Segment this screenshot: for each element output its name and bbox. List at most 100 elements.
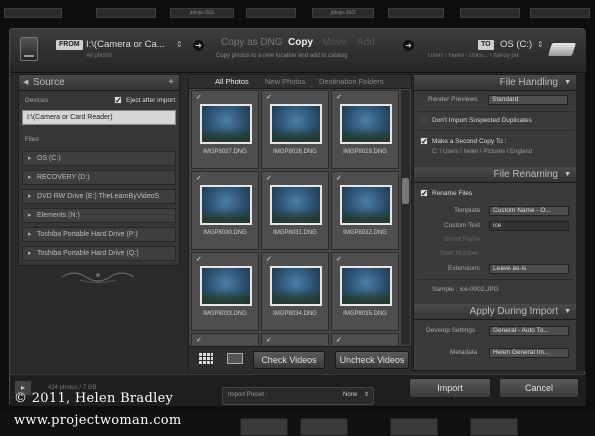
divider — [418, 111, 574, 112]
photo-image — [340, 104, 392, 144]
photo-thumbnail[interactable]: ✓ IMGP8033.DNG — [191, 252, 259, 331]
bg-cell — [4, 8, 62, 18]
thumbnail-checkbox[interactable]: ✓ — [266, 174, 272, 182]
drive-item[interactable]: Toshiba Portable Hard Drive (P:) — [22, 227, 176, 242]
destination-drive[interactable]: OS (C:) — [500, 39, 532, 50]
drive-item[interactable]: RECOVERY (D:) — [22, 170, 176, 185]
thumbnail-checkbox[interactable]: ✓ — [266, 93, 272, 101]
mode-add[interactable]: Add — [357, 37, 375, 48]
check-videos-button[interactable]: Check Videos — [253, 351, 325, 369]
render-previews-select[interactable]: Standard — [488, 95, 568, 105]
preset-dropdown-icon[interactable]: ⇕ — [364, 391, 369, 398]
thumbnail-checkbox[interactable]: ✓ — [336, 336, 342, 344]
drive-item[interactable]: Toshiba Portable Hard Drive (Q:) — [22, 246, 176, 261]
device-item[interactable]: I:\(Camera or Card Reader) — [22, 110, 176, 125]
custom-text-label: Custom Text — [444, 222, 481, 229]
devices-label: Devices — [25, 97, 49, 104]
thumbnail-checkbox[interactable]: ✓ — [266, 255, 272, 263]
thumbnail-grid: ✓ IMGP8027.DNG ✓ IMGP8028.DNG ✓ IMGP8029.DN… — [189, 90, 401, 345]
photo-filename: IMGP8034.DNG — [273, 311, 317, 317]
thumbnail-checkbox[interactable]: ✓ — [196, 336, 202, 344]
photo-thumbnail[interactable]: ✓ — [191, 333, 259, 345]
loupe-view-icon[interactable] — [227, 353, 243, 364]
collapse-triangle-icon[interactable]: ◀ — [23, 75, 28, 91]
filmstrip-thumb[interactable] — [240, 418, 288, 436]
uncheck-videos-button[interactable]: Uncheck Videos — [335, 351, 409, 369]
add-source-icon[interactable]: + — [168, 75, 174, 91]
eject-checkbox[interactable]: ✓ — [114, 96, 122, 105]
import-preset-value: None — [343, 392, 358, 398]
photo-thumbnail[interactable]: ✓ IMGP8030.DNG — [191, 171, 259, 250]
thumbnail-checkbox[interactable]: ✓ — [196, 255, 202, 263]
source-title: Source — [33, 77, 65, 88]
file-renaming-title: File Renaming — [493, 169, 558, 180]
develop-settings-select[interactable]: General - Auto To... — [489, 326, 569, 336]
settings-scrollbar[interactable] — [578, 74, 585, 371]
dont-import-checkbox[interactable] — [420, 116, 428, 124]
photo-image — [270, 104, 322, 144]
photo-thumbnail[interactable]: ✓ IMGP8032.DNG — [331, 171, 399, 250]
file-renaming-header[interactable]: File Renaming ▼ — [414, 167, 576, 183]
import-preset[interactable]: Import Preset : None ⇕ — [222, 387, 374, 405]
apply-during-import-header[interactable]: Apply During Import ▼ — [414, 304, 576, 320]
scrollbar-thumb[interactable] — [402, 178, 409, 204]
drive-item[interactable]: DVD RW Drive (E:) TheLearnByVideoS — [22, 189, 176, 204]
second-copy-path[interactable]: C: \ Users \ helen \ Pictures \ England — [432, 149, 532, 155]
thumbnail-checkbox[interactable]: ✓ — [196, 174, 202, 182]
thumbnail-checkbox[interactable]: ✓ — [336, 255, 342, 263]
photo-filename: IMGP8029.DNG — [343, 149, 387, 155]
photo-filename: IMGP8031.DNG — [273, 230, 317, 236]
divider — [418, 130, 574, 131]
thumbnail-checkbox[interactable]: ✓ — [266, 336, 272, 344]
photo-thumbnail[interactable]: ✓ IMGP8035.DNG — [331, 252, 399, 331]
grid-scrollbar[interactable] — [401, 90, 410, 345]
extensions-select[interactable]: Leave as-is — [489, 264, 569, 274]
destination-dropdown-icon[interactable]: ⇕ — [537, 40, 544, 49]
watermark-url: www.projectwoman.com — [14, 413, 182, 428]
template-select[interactable]: Custom Name - O... — [489, 206, 569, 216]
source-path[interactable]: I:\(Camera or Ca... — [86, 39, 172, 50]
mode-copy[interactable]: Copy — [288, 37, 313, 48]
rename-files-checkbox[interactable]: ✓ — [420, 189, 428, 198]
tab-destination-folders[interactable]: Destination Folders — [319, 77, 384, 86]
photo-thumbnail[interactable]: ✓ — [331, 333, 399, 345]
photo-thumbnail[interactable]: ✓ IMGP8028.DNG — [261, 90, 329, 169]
collapse-triangle-icon[interactable]: ▼ — [564, 75, 571, 91]
metadata-select[interactable]: Helen General Im... — [489, 348, 569, 358]
second-copy-checkbox[interactable]: ✓ — [420, 137, 428, 146]
thumbnail-checkbox[interactable]: ✓ — [336, 93, 342, 101]
source-dropdown-icon[interactable]: ⇕ — [176, 40, 183, 49]
mode-copy-as-dng[interactable]: Copy as DNG — [221, 37, 283, 48]
photo-filename: IMGP8032.DNG — [343, 230, 387, 236]
apply-during-import-title: Apply During Import — [469, 306, 558, 317]
cancel-button[interactable]: Cancel — [499, 378, 579, 398]
drive-item[interactable]: OS (C:) — [22, 151, 176, 166]
grid-view-icon[interactable] — [199, 353, 213, 364]
mode-move[interactable]: Move — [322, 37, 346, 48]
filmstrip-thumb[interactable] — [390, 418, 438, 436]
collapse-triangle-icon[interactable]: ▼ — [564, 304, 571, 320]
tab-all-photos[interactable]: All Photos — [215, 77, 249, 86]
photo-thumbnail[interactable]: ✓ — [261, 333, 329, 345]
develop-settings-label: Develop Settings — [426, 327, 476, 334]
file-handling-header[interactable]: File Handling ▼ — [414, 75, 576, 91]
template-label: Template — [454, 207, 481, 214]
photo-thumbnail[interactable]: ✓ IMGP8027.DNG — [191, 90, 259, 169]
eject-label: Eject after import — [126, 97, 176, 104]
thumbnail-checkbox[interactable]: ✓ — [196, 93, 202, 101]
collapse-triangle-icon[interactable]: ▼ — [564, 167, 571, 183]
drive-item[interactable]: Elements (N:) — [22, 208, 176, 223]
mode-description: Copy photos to a new location and add to… — [216, 53, 348, 59]
tab-new-photos[interactable]: New Photos — [265, 77, 305, 86]
photo-thumbnail[interactable]: ✓ IMGP8034.DNG — [261, 252, 329, 331]
second-copy-label: Make a Second Copy To : — [432, 138, 507, 145]
source-panel-header[interactable]: ◀ Source + — [19, 75, 179, 91]
thumbnail-checkbox[interactable]: ✓ — [336, 174, 342, 182]
custom-text-input[interactable]: ice — [489, 221, 569, 231]
filmstrip-thumb[interactable] — [300, 418, 348, 436]
photo-thumbnail[interactable]: ✓ IMGP8029.DNG — [331, 90, 399, 169]
import-button[interactable]: Import — [409, 378, 491, 398]
bg-cell — [246, 8, 296, 18]
photo-thumbnail[interactable]: ✓ IMGP8031.DNG — [261, 171, 329, 250]
filmstrip-thumb[interactable] — [470, 418, 518, 436]
